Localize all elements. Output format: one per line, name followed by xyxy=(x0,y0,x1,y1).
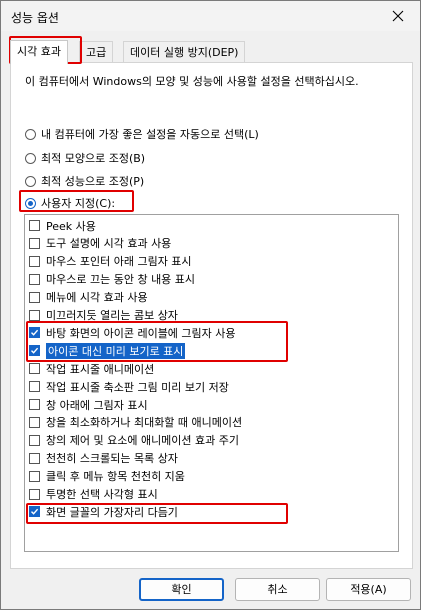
title-bar: 성능 옵션 xyxy=(1,1,420,31)
description-text: 이 컴퓨터에서 Windows의 모양 및 성능에 사용할 설정을 선택하십시오… xyxy=(25,75,359,88)
tab-label: 고급 xyxy=(86,46,107,59)
effect-label: 미끄러지듯 열리는 콤보 상자 xyxy=(46,309,178,322)
tab-label: 시각 효과 xyxy=(17,45,61,58)
effect-label: 클릭 후 메뉴 항목 천천히 지움 xyxy=(46,470,185,484)
cancel-button[interactable]: 취소 xyxy=(235,578,320,601)
option-label: 최적 모양으로 조정(B) xyxy=(41,152,146,165)
radio-button[interactable] xyxy=(25,197,36,209)
option-label: 사용자 지정(C): xyxy=(41,197,116,210)
effect-checkbox[interactable] xyxy=(29,434,40,446)
effect-checkbox[interactable] xyxy=(29,470,40,482)
effect-label: 마우스로 끄는 동안 창 내용 표시 xyxy=(46,273,196,287)
effect-checkbox[interactable] xyxy=(29,399,40,410)
window-title: 성능 옵션 xyxy=(11,11,59,25)
effect-checkbox[interactable] xyxy=(29,237,40,249)
option-custom[interactable]: 사용자 지정(C): xyxy=(25,195,115,211)
tab-dep[interactable]: 데이터 실행 방지(DEP) xyxy=(123,41,246,63)
option-best-appearance[interactable]: 최적 모양으로 조정(B) xyxy=(25,150,145,166)
tab-visual-effects[interactable]: 시각 효과 xyxy=(10,40,68,64)
effect-item[interactable]: 투명한 선택 사각형 표시 xyxy=(29,486,158,503)
effect-checkbox[interactable] xyxy=(29,381,40,393)
check-icon xyxy=(31,509,39,516)
effect-item[interactable]: 화면 글꼴의 가장자리 다듬기 xyxy=(29,503,178,520)
effect-label: 투명한 선택 사각형 표시 xyxy=(46,488,158,501)
radio-button[interactable] xyxy=(25,175,36,187)
effect-item[interactable]: 작업 표시줄 축소판 그림 미리 보기 저장 xyxy=(29,378,229,395)
effect-label: Peek 사용 xyxy=(46,219,96,233)
effect-label: 창 아래에 그림자 표시 xyxy=(46,398,148,412)
effect-item[interactable]: 천천히 스크롤되는 목록 상자 xyxy=(29,450,178,467)
effect-label: 바탕 화면의 아이콘 레이블에 그림자 사용 xyxy=(46,326,236,340)
effect-item[interactable]: 창의 제어 및 요소에 애니메이션 효과 주기 xyxy=(29,432,239,449)
effect-item[interactable]: 마우스로 끄는 동안 창 내용 표시 xyxy=(29,271,195,288)
ok-button[interactable]: 확인 xyxy=(139,578,224,601)
option-label: 내 컴퓨터에 가장 좋은 설정을 자동으로 선택(L) xyxy=(41,128,259,141)
effect-item[interactable]: 메뉴에 시각 효과 사용 xyxy=(29,289,148,306)
effect-checkbox[interactable] xyxy=(29,327,40,339)
performance-options-dialog: 성능 옵션 시각 효과 고급 데이터 실행 방지(DEP) 이 컴퓨터에서 Wi… xyxy=(0,0,421,610)
effect-checkbox[interactable] xyxy=(29,255,40,267)
effect-item[interactable]: 마우스 포인터 아래 그림자 표시 xyxy=(29,253,192,270)
check-icon xyxy=(31,348,39,355)
effect-item[interactable]: 작업 표시줄 애니메이션 xyxy=(29,360,154,377)
effect-item[interactable]: 도구 설명에 시각 효과 사용 xyxy=(29,235,171,252)
effect-item[interactable]: 클릭 후 메뉴 항목 천천히 지움 xyxy=(29,468,185,485)
effect-checkbox[interactable] xyxy=(29,506,40,518)
effect-checkbox[interactable] xyxy=(29,363,40,375)
effect-checkbox[interactable] xyxy=(29,291,40,303)
close-button[interactable] xyxy=(376,1,420,31)
effect-label: 아이콘 대신 미리 보기로 표시 xyxy=(46,342,186,359)
check-icon xyxy=(31,330,39,337)
effects-list[interactable]: Peek 사용도구 설명에 시각 효과 사용마우스 포인터 아래 그림자 표시마… xyxy=(24,214,399,552)
effect-checkbox[interactable] xyxy=(29,488,40,500)
option-auto[interactable]: 내 컴퓨터에 가장 좋은 설정을 자동으로 선택(L) xyxy=(25,126,259,142)
effect-label: 화면 글꼴의 가장자리 다듬기 xyxy=(46,505,178,519)
close-icon xyxy=(392,10,404,22)
option-best-performance[interactable]: 최적 성능으로 조정(P) xyxy=(25,173,144,189)
effect-checkbox[interactable] xyxy=(29,273,40,285)
visual-effects-panel: 이 컴퓨터에서 Windows의 모양 및 성능에 사용할 설정을 선택하십시오… xyxy=(10,62,413,569)
effect-label: 작업 표시줄 축소판 그림 미리 보기 저장 xyxy=(46,380,229,394)
effect-checkbox[interactable] xyxy=(29,309,40,321)
effect-label: 창의 제어 및 요소에 애니메이션 효과 주기 xyxy=(46,434,240,448)
effect-label: 천천히 스크롤되는 목록 상자 xyxy=(46,452,178,466)
tab-label: 데이터 실행 방지(DEP) xyxy=(130,46,239,59)
effect-label: 도구 설명에 시각 효과 사용 xyxy=(46,237,172,251)
effect-checkbox[interactable] xyxy=(29,452,40,464)
effect-checkbox[interactable] xyxy=(29,345,40,357)
effect-label: 마우스 포인터 아래 그림자 표시 xyxy=(46,255,192,269)
effect-checkbox[interactable] xyxy=(29,416,40,428)
effect-item[interactable]: 창을 최소화하거나 최대화할 때 애니메이션 xyxy=(29,414,242,431)
radio-button[interactable] xyxy=(25,128,36,140)
effect-label: 작업 표시줄 애니메이션 xyxy=(46,362,155,376)
effect-label: 메뉴에 시각 효과 사용 xyxy=(46,291,148,305)
effect-label: 창을 최소화하거나 최대화할 때 애니메이션 xyxy=(46,416,243,430)
option-label: 최적 성능으로 조정(P) xyxy=(41,175,145,188)
radio-button[interactable] xyxy=(25,152,36,164)
effect-item[interactable]: 바탕 화면의 아이콘 레이블에 그림자 사용 xyxy=(29,324,236,341)
effect-item[interactable]: Peek 사용 xyxy=(29,217,96,234)
apply-button[interactable]: 적용(A) xyxy=(326,578,411,601)
effect-checkbox[interactable] xyxy=(29,220,40,231)
effect-item[interactable]: 창 아래에 그림자 표시 xyxy=(29,396,148,413)
effect-item[interactable]: 미끄러지듯 열리는 콤보 상자 xyxy=(29,307,178,324)
tab-advanced[interactable]: 고급 xyxy=(79,41,114,63)
effect-item[interactable]: 아이콘 대신 미리 보기로 표시 xyxy=(29,342,186,359)
